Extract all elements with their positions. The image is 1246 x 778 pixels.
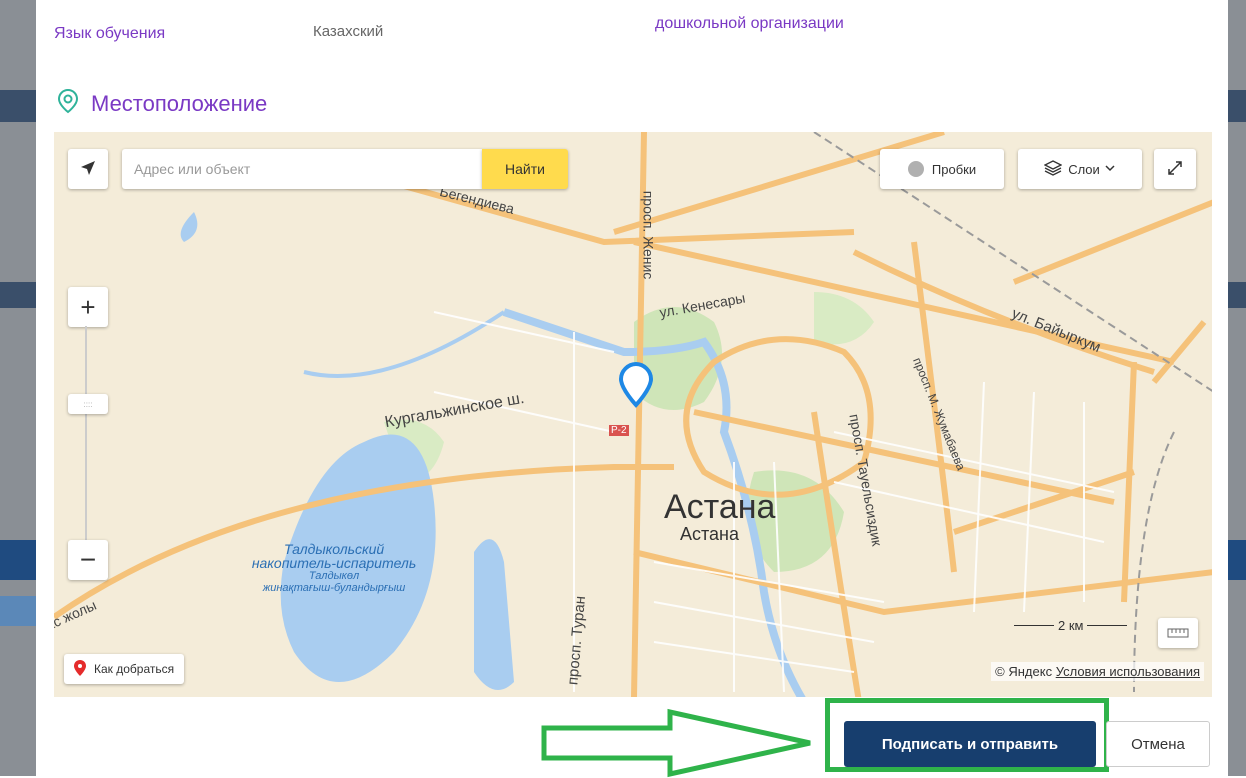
background-band [1228, 540, 1246, 580]
map-find-button[interactable]: Найти [482, 149, 568, 189]
route-label: Как добраться [94, 662, 175, 676]
background-band [0, 596, 36, 626]
arrow-annotation [541, 708, 811, 778]
cancel-button[interactable]: Отмена [1106, 721, 1210, 767]
background-band [0, 540, 36, 580]
minus-icon: − [79, 544, 97, 575]
org-heading: дошкольной организации [655, 15, 844, 32]
language-label: Язык обучения [54, 25, 166, 42]
map-attribution: © Яндекс Условия использования [991, 662, 1204, 681]
terms-link[interactable]: Условия использования [1056, 664, 1200, 679]
background-band [0, 90, 36, 122]
map-canvas[interactable] [54, 132, 1212, 697]
map-search-input[interactable] [122, 149, 482, 189]
language-value: Казахский [313, 23, 384, 40]
background-band [0, 282, 36, 308]
city-label: Астана [664, 488, 776, 526]
traffic-icon [907, 161, 924, 177]
background-band [1228, 282, 1246, 308]
traffic-label: Пробки [931, 161, 977, 177]
city-sublabel: Астана [680, 524, 740, 544]
route-button[interactable]: Как добраться [64, 654, 185, 684]
layers-icon [1043, 159, 1063, 180]
ruler-button[interactable] [1158, 618, 1198, 648]
scale-label: 2 км [1058, 618, 1084, 633]
location-pin-icon [55, 88, 81, 119]
background-band [1228, 90, 1246, 122]
location-title: Местоположение [91, 90, 268, 116]
zoom-slider-handle[interactable]: :::: [68, 394, 108, 414]
expand-icon [1167, 160, 1183, 179]
fullscreen-button[interactable] [1154, 149, 1196, 189]
map-scale: 2 км [1014, 618, 1128, 633]
grip-icon: :::: [83, 399, 93, 409]
road-badge: Р-2 [609, 425, 629, 436]
ruler-icon [1167, 626, 1189, 641]
attribution-text: © Яндекс [995, 664, 1053, 679]
location-section: Местоположение [55, 88, 267, 119]
navigation-arrow-icon [79, 159, 97, 180]
layers-button[interactable]: Слои [1018, 149, 1142, 189]
lake-label: Талдыкольский накопитель-испаритель Талд… [251, 541, 417, 594]
geolocation-button[interactable] [68, 149, 108, 189]
chevron-down-icon [1104, 162, 1116, 177]
layers-label: Слои [1068, 161, 1100, 177]
map-widget[interactable]: Кургальжинское ш. ул. Кенесары ул. Байыр… [54, 132, 1212, 697]
sign-and-send-button[interactable]: Подписать и отправить [844, 721, 1096, 767]
map-pin-icon [74, 659, 86, 679]
traffic-button[interactable]: Пробки [880, 149, 1004, 189]
street-label: просп. Женис [640, 190, 657, 280]
zoom-out-button[interactable]: − [68, 540, 108, 580]
zoom-slider-track[interactable] [82, 318, 90, 568]
